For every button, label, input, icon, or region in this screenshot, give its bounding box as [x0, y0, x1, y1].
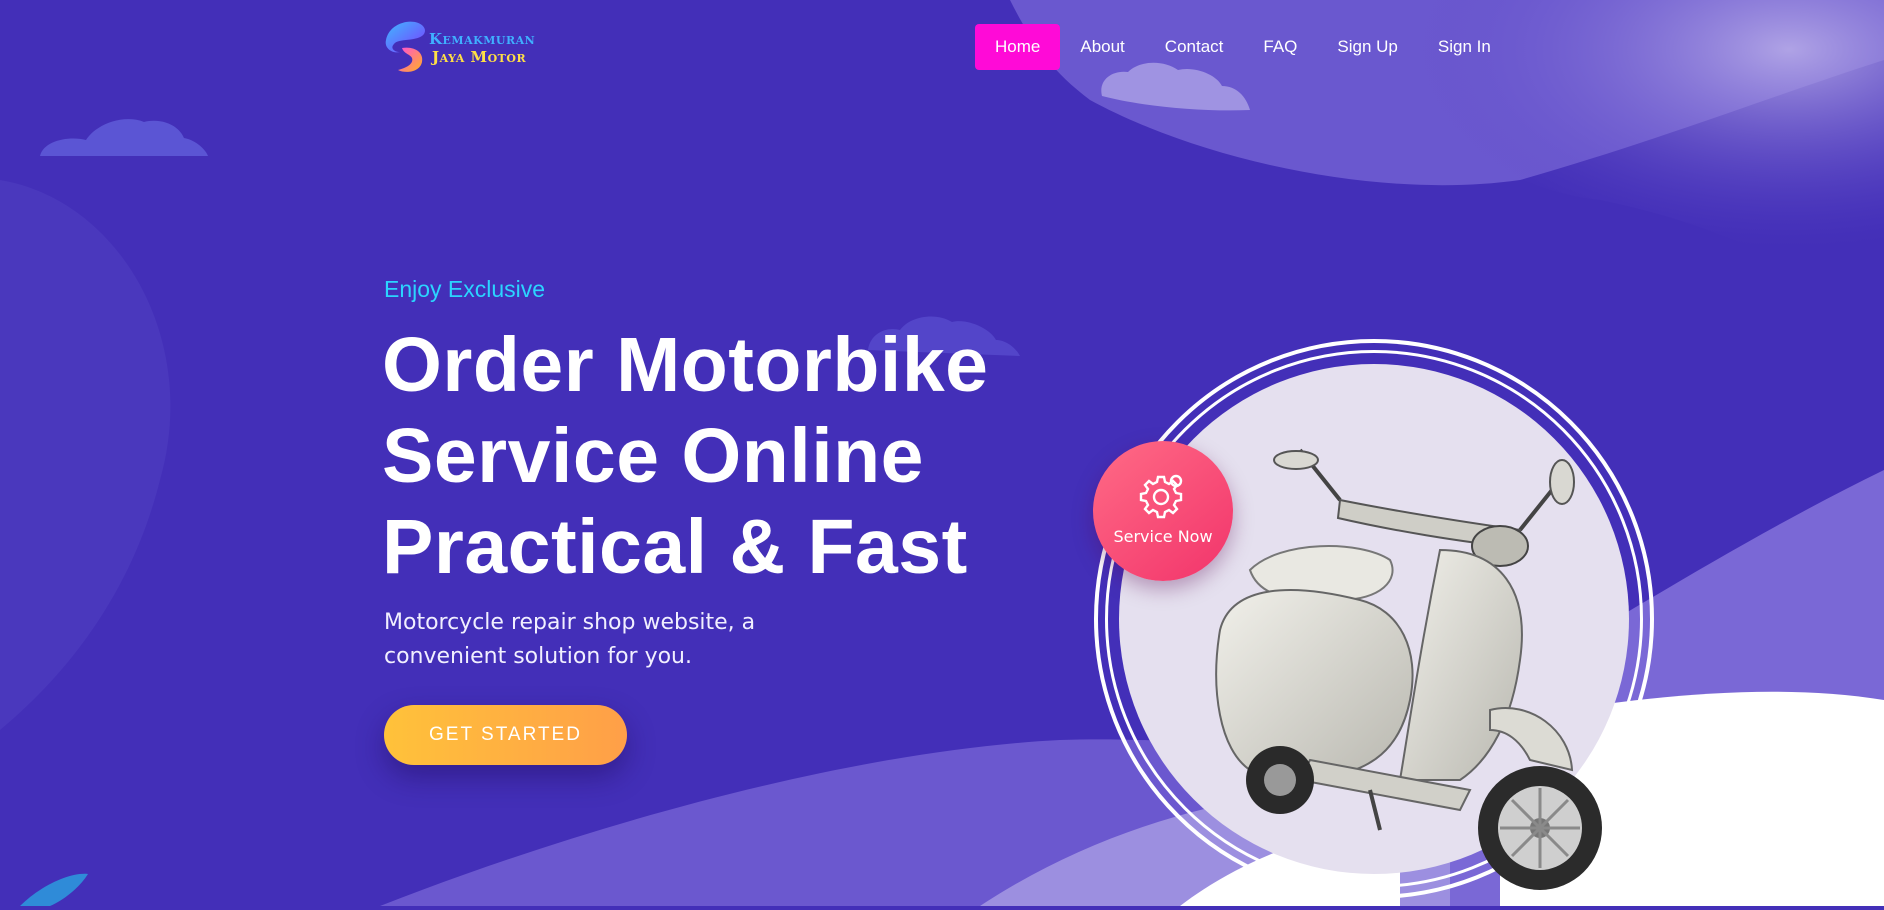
nav-item-faq[interactable]: FAQ [1243, 24, 1317, 70]
service-now-button[interactable]: Service Now [1093, 441, 1233, 581]
gear-icon [1139, 474, 1183, 519]
hero-subtitle: Motorcycle repair shop website, a conven… [384, 610, 756, 669]
main-nav: Home About Contact FAQ Sign Up Sign In [975, 24, 1511, 70]
brand-logo[interactable]: Kemakmuran Jaya Motor [384, 18, 554, 78]
scooter-image [1215, 448, 1602, 890]
headline-line-1: Order Motorbike [382, 322, 989, 408]
nav-item-contact[interactable]: Contact [1145, 24, 1244, 70]
headline-line-3: Practical & Fast [382, 504, 968, 590]
get-started-button[interactable]: GET STARTED [384, 705, 627, 765]
nav-item-sign-in[interactable]: Sign In [1418, 24, 1511, 70]
brand-name-line1: Kemakmuran [429, 30, 536, 48]
nav-item-home[interactable]: Home [975, 24, 1061, 70]
hero-headline: Order Motorbike Service Online Practical… [382, 320, 1022, 593]
logo-swirl-icon [385, 21, 426, 72]
service-now-label: Service Now [1113, 527, 1213, 546]
brand-name-line2: Jaya Motor [432, 48, 527, 66]
nav-item-sign-up[interactable]: Sign Up [1317, 24, 1417, 70]
nav-item-about[interactable]: About [1060, 24, 1144, 70]
hero-eyebrow: Enjoy Exclusive [384, 276, 546, 302]
headline-line-2: Service Online [382, 413, 924, 499]
